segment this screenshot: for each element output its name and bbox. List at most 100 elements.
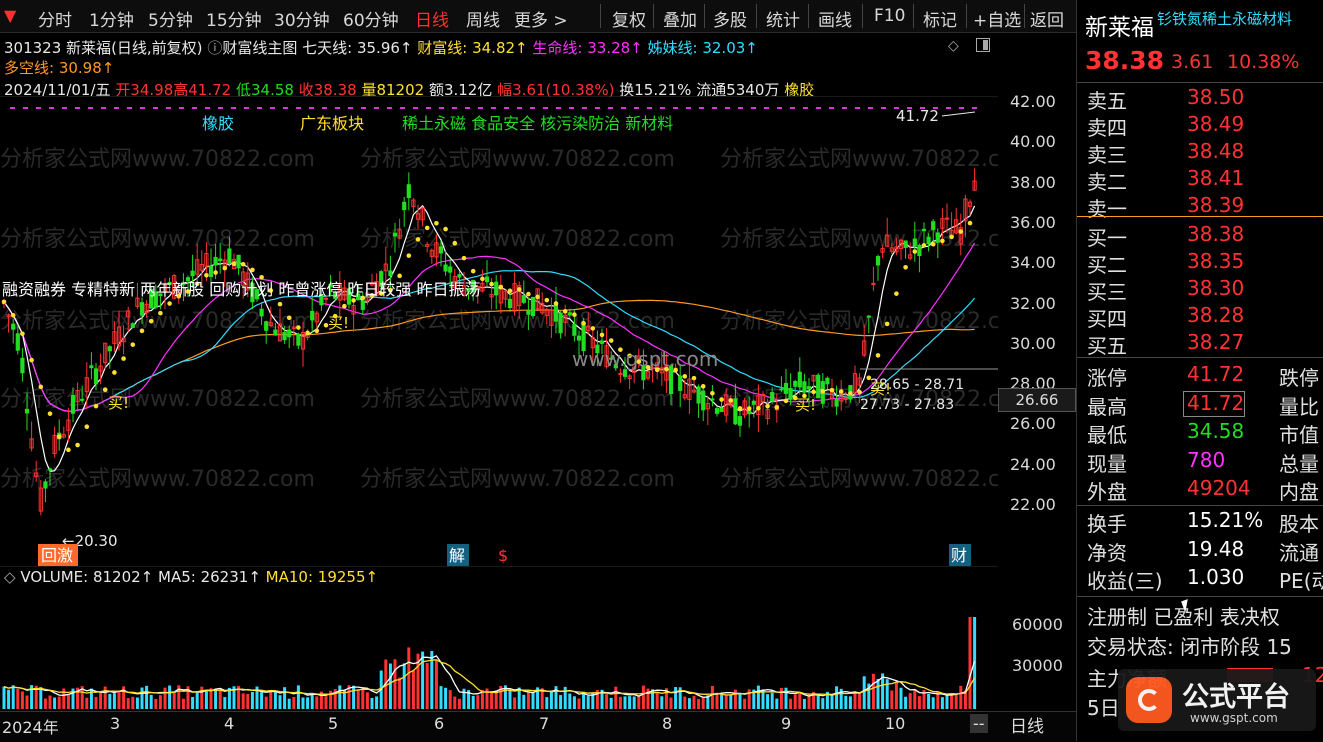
price-tick: 36.00	[1010, 212, 1056, 232]
caifu-dot	[535, 294, 540, 300]
candlestick-chart[interactable]: 分析家公式网www.70822.com 分析家公式网www.70822.com 分析…	[0, 96, 998, 566]
fin-row[interactable]: 收益(三) 1.030 PE(动	[1077, 565, 1323, 593]
candle-body	[273, 329, 278, 336]
multi-stock-button[interactable]: 多股	[713, 6, 747, 31]
caifu-dot	[93, 403, 99, 409]
stat-row[interactable]: 最低 34.58 市值	[1077, 419, 1323, 447]
caifu-dot	[829, 387, 835, 393]
add-watchlist-button[interactable]: +自选	[973, 6, 1021, 31]
fuquan-button[interactable]: 复权	[612, 6, 646, 31]
volume-bar	[112, 693, 116, 709]
volume-bar	[508, 689, 512, 709]
concept-line: 融资融券 专精特新 两年新股 回购计划 昨曾涨停 昨日较强 昨日振荡	[2, 280, 481, 299]
window-toggle-icon[interactable]	[976, 38, 990, 52]
volume-bar	[743, 698, 747, 709]
gspt-badge: 公式平台 www.gspt.com	[1118, 669, 1316, 731]
vol-ma10-line	[3, 659, 976, 696]
fin-value: 15.21%	[1187, 508, 1264, 532]
mark-button[interactable]: 标记	[923, 6, 957, 31]
candle-body	[287, 329, 292, 338]
candle-body	[11, 323, 16, 330]
bid-row[interactable]: 买五 38.27	[1077, 330, 1323, 358]
bid-row[interactable]: 买一 38.38	[1077, 222, 1323, 250]
tab-60min[interactable]: 60分钟	[343, 6, 399, 31]
tab-1min[interactable]: 1分钟	[89, 6, 134, 31]
panel-sector[interactable]: 钐铁氮稀土永磁材料	[1157, 8, 1292, 29]
stat-row[interactable]: 外盘 49204 内盘	[1077, 476, 1323, 504]
tab-15min[interactable]: 15分钟	[206, 6, 262, 31]
volume-bar	[692, 695, 696, 709]
volume-bar	[917, 696, 921, 709]
caifu-dot	[553, 301, 559, 306]
tab-5min[interactable]: 5分钟	[148, 6, 193, 31]
volume-bar	[513, 697, 517, 709]
bid-row[interactable]: 买四 38.28	[1077, 303, 1323, 331]
signal-dash	[569, 107, 574, 109]
date-label: 2024年	[2, 718, 59, 737]
caifu-dot	[84, 424, 90, 430]
caifu-dot	[56, 434, 62, 439]
caifu-dot	[489, 281, 494, 287]
diamond-icon[interactable]: ◇	[948, 38, 959, 54]
caifu-dot	[516, 287, 522, 292]
signal-dash	[88, 107, 93, 109]
candle-body	[443, 264, 448, 272]
period-selector[interactable]: 日线	[1010, 712, 1044, 737]
formula-name[interactable]: 财富线主图	[222, 39, 297, 57]
bid-row[interactable]: 买二 38.35	[1077, 249, 1323, 277]
price-tick: 32.00	[1010, 293, 1056, 313]
f10-button[interactable]: F10	[874, 6, 905, 26]
signal-dash	[829, 107, 834, 109]
caifu-dot	[424, 225, 430, 231]
date-label: --	[970, 714, 988, 733]
volume-bar	[439, 686, 443, 709]
back-button[interactable]: 返回	[1030, 6, 1064, 31]
tab-daily[interactable]: 日线	[415, 6, 449, 31]
fin-row[interactable]: 净资 19.48 流通	[1077, 537, 1323, 565]
caifu-dot	[47, 411, 53, 416]
volume-bar	[310, 694, 314, 709]
overlay-button[interactable]: 叠加	[663, 6, 697, 31]
ask-row[interactable]: 卖四 38.49	[1077, 112, 1323, 140]
tab-intraday[interactable]: 分时	[38, 6, 72, 31]
stats-button[interactable]: 统计	[766, 6, 800, 31]
ask-row[interactable]: 卖二 38.41	[1077, 166, 1323, 194]
signal-dash	[192, 107, 197, 109]
ask-row[interactable]: 卖三 38.48	[1077, 139, 1323, 167]
volume-bar	[674, 687, 678, 709]
candle-body	[20, 357, 25, 374]
volume-bar	[931, 697, 935, 709]
volume-bar	[766, 694, 770, 709]
volume-bar	[172, 692, 176, 709]
candle-body	[360, 300, 365, 310]
qitian-value: 七天线: 35.96↑	[302, 39, 413, 57]
volume-bar	[522, 694, 526, 709]
bid-row[interactable]: 买三 38.30	[1077, 276, 1323, 304]
signal-dash	[803, 107, 808, 109]
dropdown-icon[interactable]: ▼	[4, 6, 16, 25]
caifu-dot	[231, 261, 237, 267]
volume-axis: 60000 30000	[998, 566, 1076, 711]
draw-button[interactable]: 画线	[818, 6, 852, 31]
tab-more[interactable]: 更多 >	[514, 6, 568, 31]
price-tick: 42.00	[1010, 92, 1056, 111]
volume-bar	[241, 693, 245, 709]
volume-bar	[168, 685, 172, 709]
volume-chart[interactable]	[0, 566, 998, 711]
caifu-dot	[148, 318, 154, 324]
fin-row[interactable]: 换手 15.21% 股本	[1077, 508, 1323, 536]
tab-weekly[interactable]: 周线	[466, 6, 500, 31]
tab-30min[interactable]: 30分钟	[274, 6, 330, 31]
stat-row[interactable]: 现量 780 总量	[1077, 448, 1323, 476]
formula-settings-icon[interactable]: ⓘ	[207, 39, 222, 57]
ask-row[interactable]: 卖五 38.50	[1077, 85, 1323, 113]
date-label: 10	[885, 714, 906, 733]
volume-bar	[287, 698, 291, 709]
period-toolbar: ▼ 分时 1分钟 5分钟 15分钟 30分钟 60分钟 日线 周线 更多 > 复…	[0, 0, 1076, 33]
caifu-dot	[737, 406, 743, 411]
caifu-dot	[967, 220, 973, 226]
volume-bar	[669, 697, 673, 709]
signal-dash	[530, 107, 535, 109]
signal-dash	[673, 107, 678, 109]
stat-row[interactable]: 涨停 41.72 跌停	[1077, 362, 1323, 390]
